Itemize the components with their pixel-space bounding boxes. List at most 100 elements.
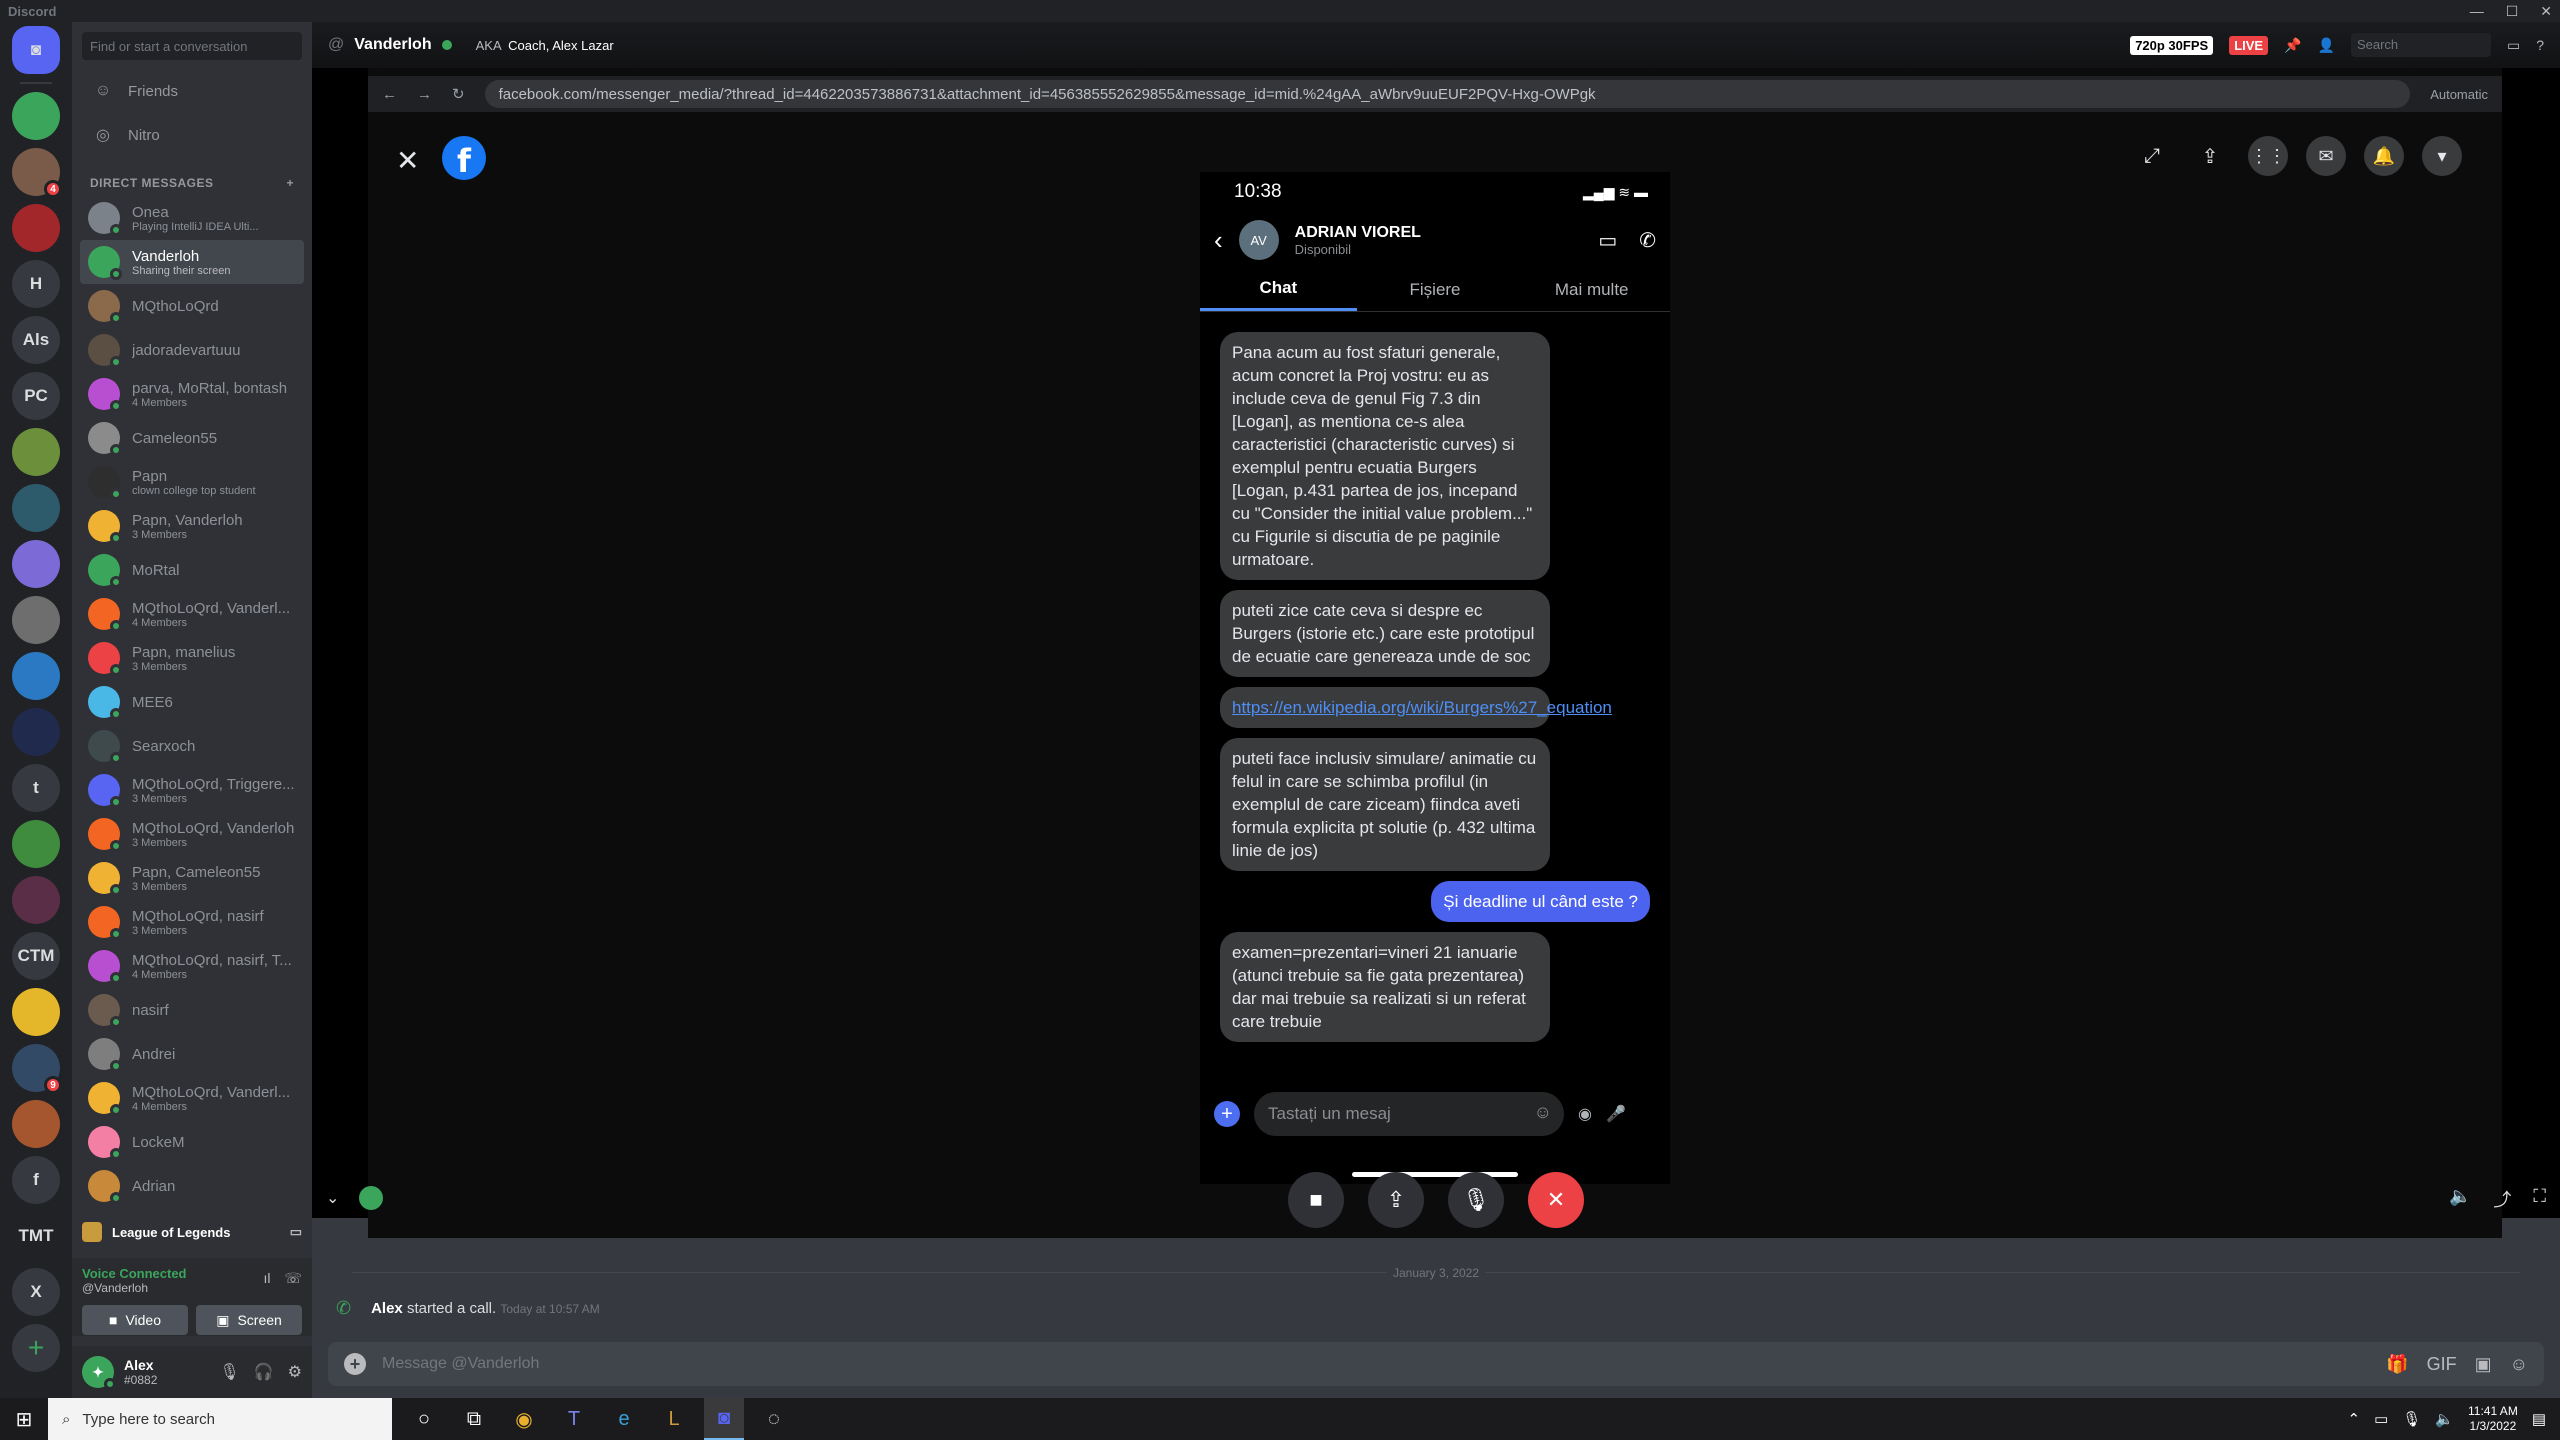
dm-item[interactable]: MQthoLoQrd, Triggere... 3 Members — [80, 768, 304, 812]
sticker-icon[interactable]: ▣ — [2475, 1354, 2492, 1375]
close-icon[interactable]: ✕ — [2540, 3, 2552, 20]
server-icon[interactable]: f — [12, 1156, 60, 1204]
dm-item[interactable]: Andrei — [80, 1032, 304, 1076]
attach-plus-icon[interactable]: + — [344, 1353, 366, 1375]
phone-tab[interactable]: Fișiere — [1357, 268, 1514, 311]
settings-gear-icon[interactable]: ⚙ — [288, 1362, 302, 1382]
screen-button[interactable]: ▣ Screen — [196, 1305, 302, 1335]
dm-item[interactable]: MEE6 — [80, 680, 304, 724]
share-icon[interactable]: ⇪ — [2190, 136, 2230, 176]
server-icon[interactable] — [12, 484, 60, 532]
discord-taskbar-icon[interactable]: ◙ — [704, 1398, 744, 1440]
clock[interactable]: 11:41 AM 1/3/2022 — [2468, 1404, 2518, 1434]
emoji-icon[interactable]: ☺ — [1534, 1102, 1552, 1123]
dm-item[interactable]: MQthoLoQrd, nasirf, T... 4 Members — [80, 944, 304, 988]
app-icon[interactable]: ◌ — [754, 1398, 794, 1440]
headphones-icon[interactable]: 🎧 — [254, 1362, 274, 1382]
nav-nitro[interactable]: ◎ Nitro — [80, 114, 304, 156]
contact-name[interactable]: ADRIAN VIOREL — [1295, 224, 1421, 242]
activity-bar[interactable]: League of Legends ▭ — [72, 1216, 312, 1248]
server-icon[interactable] — [12, 540, 60, 588]
dm-item[interactable]: Papn clown college top student — [80, 460, 304, 504]
pin-icon[interactable]: 📌 — [2284, 37, 2301, 54]
tray-chevron-icon[interactable]: ⌃ — [2348, 1410, 2361, 1428]
microphone-icon[interactable]: 🎙 — [219, 1362, 239, 1382]
dm-item[interactable]: Cameleon55 — [80, 416, 304, 460]
fullscreen-icon[interactable]: ⤢ — [2132, 136, 2172, 176]
gift-icon[interactable]: 🎁 — [2386, 1354, 2408, 1375]
user-avatar[interactable]: ✦ — [82, 1356, 116, 1390]
video-button[interactable]: ■ Video — [82, 1305, 188, 1335]
server-icon[interactable] — [12, 988, 60, 1036]
server-icon[interactable] — [12, 596, 60, 644]
task-view-icon[interactable]: ⧉ — [454, 1398, 494, 1440]
notifications-bell-icon[interactable]: 🔔 — [2364, 136, 2404, 176]
server-icon[interactable]: CTM — [12, 932, 60, 980]
gif-icon[interactable]: GIF — [2427, 1354, 2457, 1375]
phone-add-icon[interactable]: + — [1214, 1101, 1240, 1127]
screen-share-button[interactable]: ⇪ — [1368, 1172, 1424, 1228]
server-icon[interactable] — [12, 428, 60, 476]
fullscreen-icon[interactable]: ⛶ — [2533, 1186, 2546, 1212]
server-icon[interactable] — [12, 876, 60, 924]
server-icon[interactable] — [12, 1100, 60, 1148]
emoji-icon[interactable]: ☺ — [2510, 1354, 2528, 1375]
message-link[interactable]: https://en.wikipedia.org/wiki/Burgers%27… — [1220, 687, 1612, 728]
taskbar-search[interactable]: ⌕ Type here to search — [48, 1398, 392, 1440]
dm-item[interactable]: Adrian — [80, 1164, 304, 1208]
participant-avatar[interactable] — [359, 1186, 384, 1210]
nav-friends[interactable]: ☺ Friends — [80, 70, 304, 112]
shared-screen[interactable]: ← → ↻ facebook.com/messenger_media/?thre… — [368, 68, 2502, 1238]
dm-item[interactable]: parva, MoRtal, bontash 4 Members — [80, 372, 304, 416]
disconnect-icon[interactable]: ☏ — [284, 1270, 302, 1287]
dm-item[interactable]: Onea Playing IntelliJ IDEA Ulti... — [80, 196, 304, 240]
dm-item[interactable]: LockeM — [80, 1120, 304, 1164]
server-icon[interactable] — [12, 652, 60, 700]
volume-icon[interactable]: 🔈 — [2449, 1186, 2471, 1212]
server-icon[interactable] — [12, 820, 60, 868]
dm-item[interactable]: MQthoLoQrd, Vanderl... 4 Members — [80, 1076, 304, 1120]
home-button[interactable]: ◙ — [12, 26, 60, 74]
menu-grid-icon[interactable]: ⋮⋮ — [2248, 136, 2288, 176]
back-arrow-icon[interactable]: ← — [382, 86, 397, 103]
dm-item[interactable]: jadoradevartuuu — [80, 328, 304, 372]
server-icon[interactable] — [12, 92, 60, 140]
messenger-icon[interactable]: ✉ — [2306, 136, 2346, 176]
close-viewer-icon[interactable]: ✕ — [396, 144, 419, 177]
phone-tab[interactable]: Chat — [1200, 268, 1357, 311]
cortana-icon[interactable]: ○ — [404, 1398, 444, 1440]
reload-icon[interactable]: ↻ — [452, 85, 465, 103]
dm-item[interactable]: Searxoch — [80, 724, 304, 768]
leave-call-button[interactable]: ✕ — [1528, 1172, 1584, 1228]
server-icon[interactable] — [12, 708, 60, 756]
edge-icon[interactable]: e — [604, 1398, 644, 1440]
phone-message-input[interactable]: Tastați un mesaj ☺ — [1254, 1092, 1564, 1136]
mute-button[interactable]: 🎙 — [1448, 1172, 1504, 1228]
mic-icon[interactable]: 🎤 — [1606, 1104, 1626, 1124]
speaker-icon[interactable]: 🔈 — [2435, 1410, 2454, 1428]
server-icon[interactable] — [12, 204, 60, 252]
server-icon[interactable]: X — [12, 1268, 60, 1316]
league-client-icon[interactable]: L — [654, 1398, 694, 1440]
caller-name[interactable]: Alex — [371, 1300, 403, 1317]
mic-tray-icon[interactable]: 🎙 — [2402, 1410, 2421, 1428]
dm-item[interactable]: MQthoLoQrd, Vanderl... 4 Members — [80, 592, 304, 636]
account-dropdown-icon[interactable]: ▾ — [2422, 136, 2462, 176]
add-friend-icon[interactable]: 👤 — [2318, 37, 2335, 54]
server-icon[interactable]: H — [12, 260, 60, 308]
message-composer[interactable]: + Message @Vanderloh 🎁 GIF ▣ ☺ — [328, 1342, 2544, 1386]
camera-toggle-button[interactable]: ■ — [1288, 1172, 1344, 1228]
video-call-icon[interactable]: ▭ — [1598, 228, 1617, 253]
dm-item[interactable]: MoRtal — [80, 548, 304, 592]
camera-icon[interactable]: ◉ — [1578, 1104, 1592, 1124]
server-icon[interactable]: TMT — [12, 1212, 60, 1260]
maximize-icon[interactable]: ☐ — [2506, 3, 2519, 20]
forward-arrow-icon[interactable]: → — [417, 86, 432, 103]
dm-item[interactable]: MQthoLoQrd, nasirf 3 Members — [80, 900, 304, 944]
address-bar[interactable]: facebook.com/messenger_media/?thread_id=… — [484, 80, 2411, 108]
windows-start-icon[interactable]: ⊞ — [0, 1398, 48, 1440]
server-icon[interactable]: 4 — [12, 148, 62, 198]
server-icon[interactable]: Als — [12, 316, 60, 364]
network-icon[interactable]: ▭ — [2374, 1410, 2388, 1428]
facebook-logo-icon[interactable]: f — [442, 136, 486, 180]
